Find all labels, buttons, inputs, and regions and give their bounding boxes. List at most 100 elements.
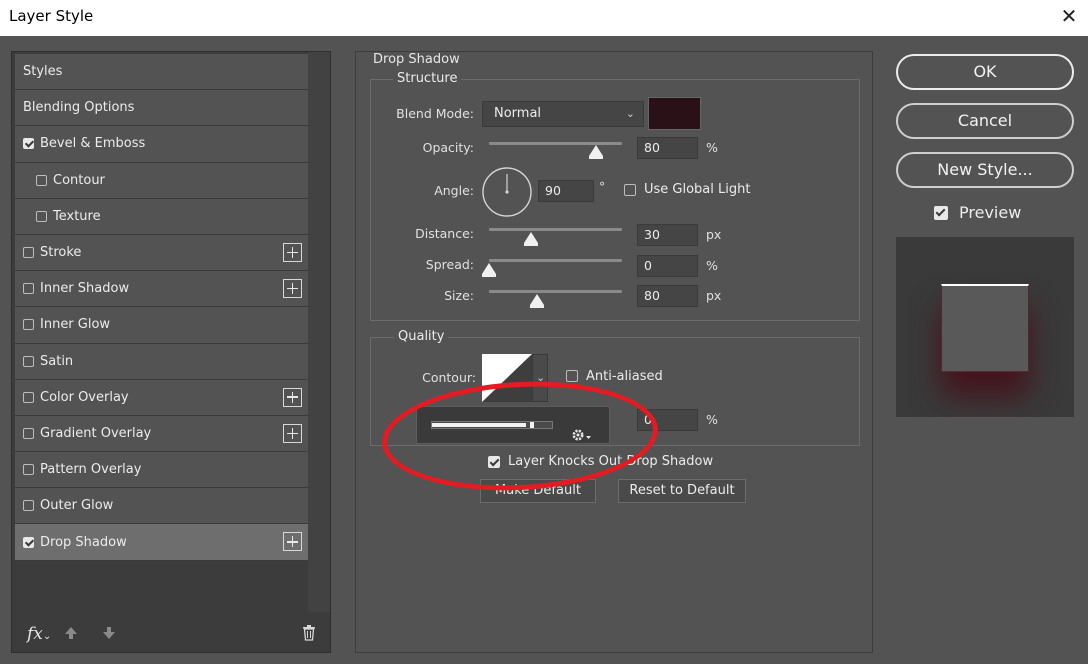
size-unit: px <box>706 288 722 303</box>
spread-field[interactable]: 0 <box>637 255 698 277</box>
style-item-gradient-overlay[interactable]: Gradient Overlay <box>15 415 308 453</box>
style-checkbox[interactable] <box>23 391 34 403</box>
use-global-light-label: Use Global Light <box>644 182 751 197</box>
add-effect-plus-icon[interactable] <box>283 242 302 262</box>
styles-scrollbar[interactable] <box>308 52 330 612</box>
move-down-icon[interactable] <box>102 626 116 640</box>
distance-slider-thumb[interactable] <box>524 232 538 246</box>
styles-list: Styles Blending Options Bevel & Emboss Cont… <box>15 54 308 561</box>
style-checkbox[interactable] <box>23 500 34 512</box>
fx-chevron: ⌄ <box>42 631 52 642</box>
style-checkbox[interactable] <box>23 355 34 367</box>
contour-thumbnail[interactable] <box>482 354 532 402</box>
style-item-satin[interactable]: Satin <box>15 343 308 380</box>
preview-checkbox[interactable] <box>934 206 948 220</box>
section-title-drop-shadow: Drop Shadow <box>373 52 460 67</box>
style-checkbox[interactable] <box>36 174 47 186</box>
preview-swatch <box>941 284 1029 372</box>
style-item-label: Drop Shadow <box>40 534 127 550</box>
angle-field[interactable]: 90 <box>538 180 594 202</box>
style-item-styles[interactable]: Styles <box>15 54 308 91</box>
style-item-label: Bevel & Emboss <box>40 136 146 152</box>
style-item-inner-glow[interactable]: Inner Glow <box>15 307 308 344</box>
styles-panel: Styles Blending Options Bevel & Emboss Cont… <box>11 51 331 653</box>
noise-unit: % <box>706 412 718 427</box>
cancel-button[interactable]: Cancel <box>896 103 1074 139</box>
use-global-light-checkbox[interactable] <box>624 184 636 196</box>
style-checkbox[interactable] <box>23 536 34 548</box>
distance-slider-track[interactable] <box>489 228 622 231</box>
noise-field[interactable]: 0 <box>637 409 698 431</box>
trash-icon[interactable] <box>302 625 316 641</box>
style-item-blending-options[interactable]: Blending Options <box>15 90 308 127</box>
anti-aliased-checkbox[interactable] <box>566 370 578 382</box>
add-effect-plus-icon[interactable] <box>283 279 302 299</box>
dialog-title: Layer Style <box>9 7 94 25</box>
spread-unit: % <box>706 258 718 273</box>
style-item-outer-glow[interactable]: Outer Glow <box>15 488 308 525</box>
opacity-unit: % <box>706 140 718 155</box>
style-item-inner-shadow[interactable]: Inner Shadow <box>15 271 308 308</box>
title-bar: Layer Style ✕ <box>0 0 1088 36</box>
style-checkbox[interactable] <box>23 247 34 259</box>
close-icon[interactable]: ✕ <box>1058 4 1080 28</box>
size-slider-thumb[interactable] <box>530 294 544 308</box>
shadow-color-swatch[interactable] <box>648 97 701 130</box>
angle-label: Angle: <box>434 183 474 198</box>
contour-preset-fill <box>432 423 526 427</box>
style-item-pattern-overlay[interactable]: Pattern Overlay <box>15 452 308 489</box>
reset-to-default-button[interactable]: Reset to Default <box>618 479 746 503</box>
fx-icon[interactable]: fx⌄ <box>27 624 51 644</box>
style-item-color-overlay[interactable]: Color Overlay <box>15 379 308 416</box>
spread-slider-thumb[interactable] <box>482 263 496 277</box>
contour-preset-strip[interactable] <box>431 421 553 429</box>
style-item-label: Texture <box>53 208 101 224</box>
style-checkbox[interactable] <box>36 210 47 222</box>
style-item-label: Outer Glow <box>40 498 114 514</box>
style-item-contour[interactable]: Contour <box>15 162 308 199</box>
drop-shadow-panel: Drop Shadow Structure Blend Mode: Normal… <box>355 51 873 653</box>
distance-unit: px <box>706 227 722 242</box>
add-effect-plus-icon[interactable] <box>283 532 302 552</box>
make-default-button[interactable]: Make Default <box>480 479 596 503</box>
style-checkbox[interactable] <box>23 464 34 476</box>
style-checkbox[interactable] <box>23 319 34 331</box>
quality-title: Quality <box>394 329 449 344</box>
opacity-slider-thumb[interactable] <box>589 145 603 159</box>
opacity-label: Opacity: <box>422 140 474 155</box>
style-item-bevel-emboss[interactable]: Bevel & Emboss <box>15 126 308 163</box>
blend-mode-label: Blend Mode: <box>396 106 474 121</box>
style-item-label: Inner Shadow <box>40 281 130 297</box>
preview-label: Preview <box>959 203 1022 222</box>
style-item-label: Stroke <box>40 245 82 261</box>
style-item-label: Color Overlay <box>40 389 129 405</box>
style-item-texture[interactable]: Texture <box>15 198 308 235</box>
ok-button[interactable]: OK <box>896 54 1074 90</box>
contour-dropdown[interactable]: ⌄ <box>532 354 548 402</box>
style-item-label: Styles <box>23 64 63 80</box>
spread-slider-track[interactable] <box>489 259 622 262</box>
style-checkbox[interactable] <box>23 427 34 439</box>
style-checkbox[interactable] <box>23 283 34 295</box>
blend-mode-value: Normal <box>494 106 542 121</box>
angle-dial[interactable] <box>481 166 533 218</box>
chevron-down-icon: ⌄ <box>536 371 546 384</box>
size-field[interactable]: 80 <box>637 285 698 307</box>
move-up-icon[interactable] <box>64 626 78 640</box>
gear-icon[interactable] <box>571 427 593 443</box>
contour-picker-popup[interactable] <box>416 406 610 444</box>
blend-mode-select[interactable]: Normal ⌄ <box>482 101 644 127</box>
opacity-field[interactable]: 80 <box>637 137 698 159</box>
size-slider-track[interactable] <box>489 290 622 293</box>
add-effect-plus-icon[interactable] <box>283 423 302 443</box>
contour-preset-marker <box>530 422 534 428</box>
new-style-button[interactable]: New Style... <box>896 152 1074 188</box>
contour-label: Contour: <box>422 370 476 385</box>
distance-label: Distance: <box>415 226 474 241</box>
layer-knocks-checkbox[interactable] <box>488 456 500 468</box>
style-checkbox[interactable] <box>23 138 34 150</box>
add-effect-plus-icon[interactable] <box>283 387 302 407</box>
distance-field[interactable]: 30 <box>637 224 698 246</box>
style-item-stroke[interactable]: Stroke <box>15 234 308 272</box>
style-item-drop-shadow[interactable]: Drop Shadow <box>15 524 308 561</box>
